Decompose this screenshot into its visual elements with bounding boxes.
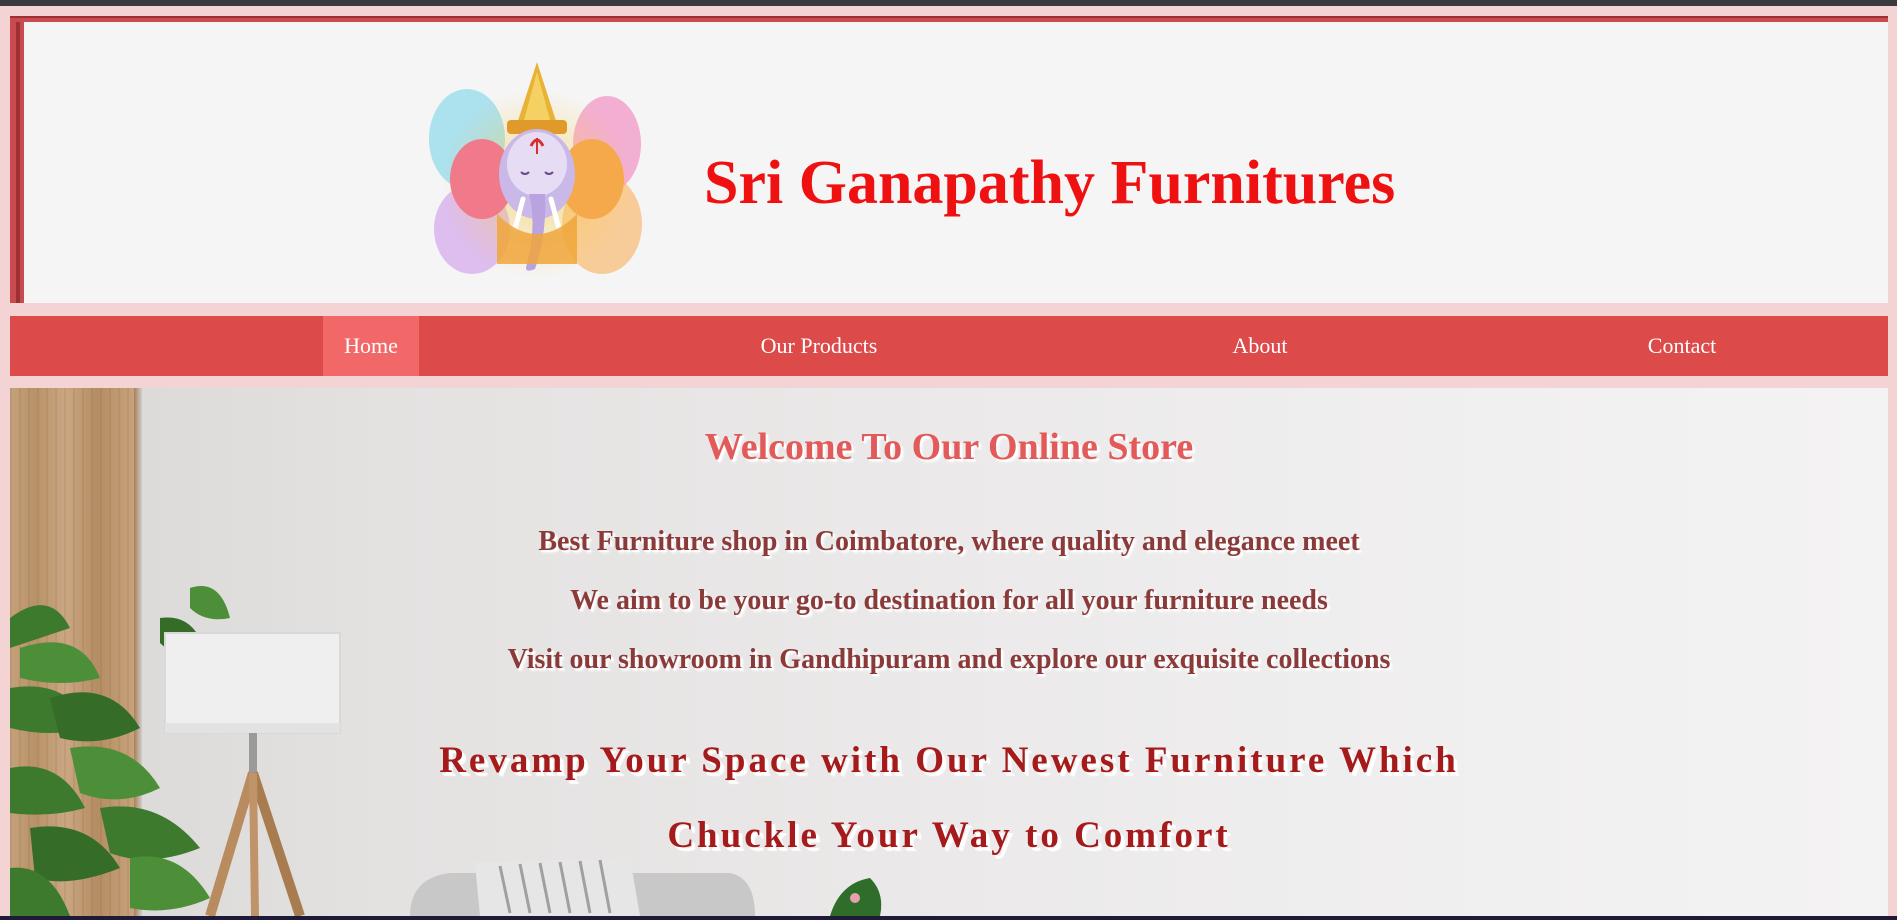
site-header: Sri Ganapathy Furnitures [10, 16, 1888, 303]
promo-line-1: Revamp Your Space with Our Newest Furnit… [439, 740, 1459, 781]
welcome-heading: Welcome To Our Online Store [704, 426, 1194, 468]
tagline-destination: We aim to be your go-to destination for … [570, 585, 1328, 616]
tagline-showroom: Visit our showroom in Gandhipuram and ex… [507, 644, 1391, 675]
brand-title: Sri Ganapathy Furnitures [704, 149, 1396, 217]
main-nav: Home Our Products About Contact [10, 316, 1888, 376]
hero-text: Welcome To Our Online Store Best Furnitu… [10, 388, 1888, 916]
header-accent-line [16, 22, 20, 303]
browser-bottom-strip [0, 916, 1897, 920]
nav-home[interactable]: Home [323, 316, 419, 376]
nav-contact[interactable]: Contact [1620, 316, 1744, 376]
nav-about[interactable]: About [1205, 316, 1315, 376]
page: Sri Ganapathy Furnitures Home Our Produc… [0, 6, 1897, 916]
nav-our-products[interactable]: Our Products [730, 316, 908, 376]
ganesha-logo-icon [427, 54, 647, 284]
tagline-quality: Best Furniture shop in Coimbatore, where… [538, 526, 1360, 557]
hero-banner: Welcome To Our Online Store Best Furnitu… [10, 388, 1888, 916]
header-accent-line [10, 16, 1888, 18]
promo-line-2: Chuckle Your Way to Comfort [667, 815, 1231, 856]
